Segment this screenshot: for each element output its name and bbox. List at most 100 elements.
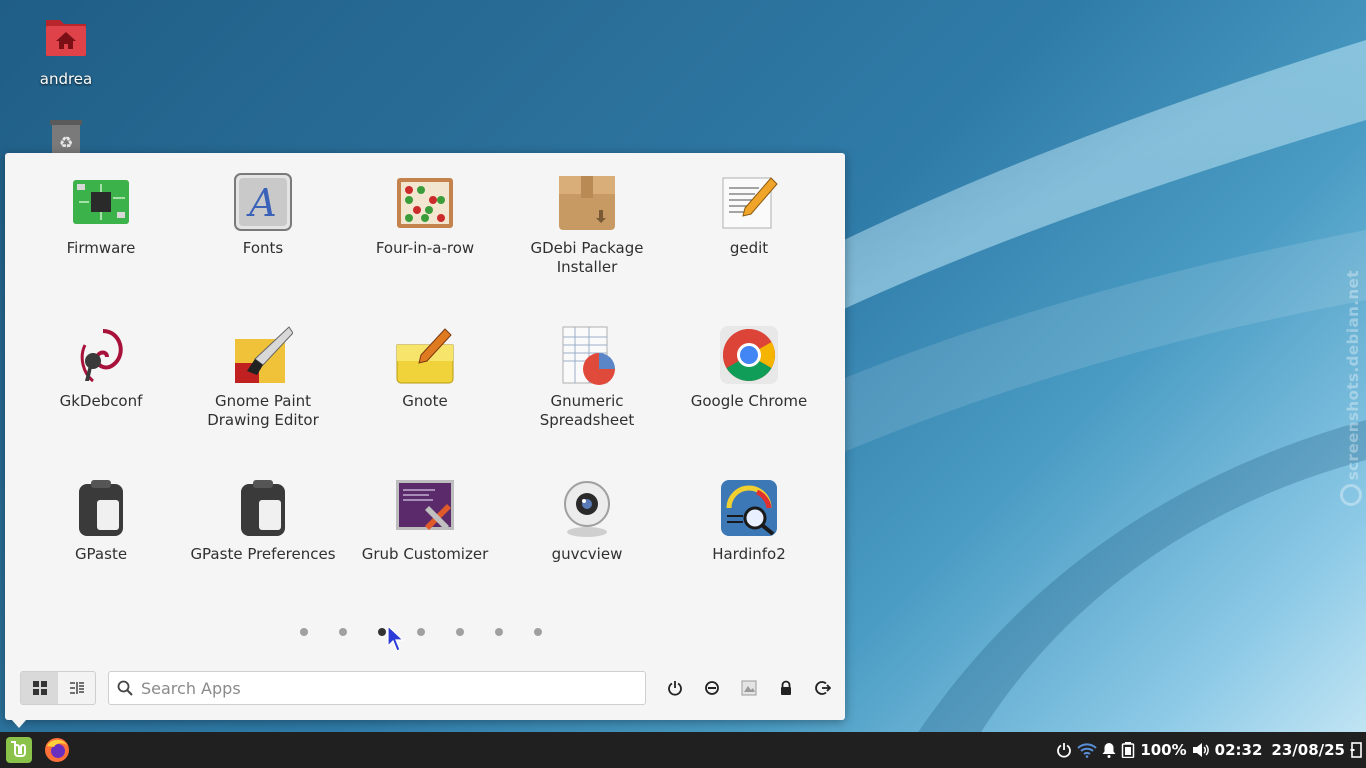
debian-swirl-icon	[70, 324, 132, 386]
fonts-icon: A	[232, 171, 294, 233]
svg-text:A: A	[246, 181, 276, 225]
screensaver-icon	[741, 680, 756, 696]
app-name: Firmware	[66, 239, 136, 257]
power-icon	[667, 681, 682, 696]
desktop-icon-home[interactable]: andrea	[16, 14, 116, 88]
mouse-cursor-icon	[387, 625, 405, 652]
battery-icon	[1122, 742, 1135, 758]
app-name: Hardinfo2	[712, 545, 786, 563]
shutdown-button[interactable]	[656, 671, 693, 705]
battery-percent: 100%	[1140, 741, 1187, 759]
bell-icon	[1102, 743, 1116, 758]
notes-icon	[394, 324, 456, 386]
application-menu: Firmware A Fonts Four-in-a-row GDebi Pac…	[5, 153, 845, 720]
logout-button[interactable]	[804, 671, 841, 705]
app-four-in-a-row[interactable]: Four-in-a-row	[344, 171, 506, 324]
search-field[interactable]	[108, 671, 646, 705]
show-desktop-button[interactable]	[1350, 742, 1362, 758]
app-name: guvcview	[551, 545, 623, 563]
app-name: GkDebconf	[59, 392, 143, 410]
package-installer-icon	[556, 171, 618, 233]
app-grub-customizer[interactable]: Grub Customizer	[344, 477, 506, 630]
logout-icon	[814, 681, 831, 695]
app-name: Gnumeric Spreadsheet	[539, 392, 635, 429]
system-tray: 100% 02:32 23/08/25	[1056, 732, 1366, 768]
clipboard-icon	[232, 477, 294, 539]
page-dot[interactable]	[417, 628, 425, 636]
tray-power[interactable]	[1056, 742, 1072, 758]
menu-bottom-bar	[20, 671, 831, 705]
tray-battery[interactable]	[1121, 742, 1135, 758]
grid-view-icon	[32, 681, 47, 695]
chrome-icon	[718, 324, 780, 386]
menu-button[interactable]	[0, 732, 38, 768]
trash-icon: ♻	[50, 120, 82, 154]
suspend-button[interactable]	[693, 671, 730, 705]
clock-time[interactable]: 02:32	[1215, 741, 1263, 759]
text-editor-icon	[718, 171, 780, 233]
app-name: GPaste Preferences	[190, 545, 336, 563]
app-name: Gnome Paint Drawing Editor	[207, 392, 319, 429]
app-hardinfo2[interactable]: Hardinfo2	[668, 477, 830, 630]
page-dot[interactable]	[339, 628, 347, 636]
screensaver-button[interactable]	[730, 671, 767, 705]
clock-date[interactable]: 23/08/25	[1271, 741, 1345, 759]
grid-view-button[interactable]	[21, 672, 58, 704]
app-fonts[interactable]: A Fonts	[182, 171, 344, 324]
four-in-a-row-icon	[394, 171, 456, 233]
wifi-icon	[1077, 743, 1098, 758]
mint-menu-icon	[6, 737, 32, 763]
app-name: Fonts	[242, 239, 284, 257]
app-gedit[interactable]: gedit	[668, 171, 830, 324]
app-gpaste-preferences[interactable]: GPaste Preferences	[182, 477, 344, 630]
spreadsheet-icon	[556, 324, 618, 386]
app-gnote[interactable]: Gnote	[344, 324, 506, 477]
show-desktop-icon	[1350, 742, 1362, 758]
svg-text:♻: ♻	[59, 133, 73, 152]
page-indicator	[300, 626, 542, 638]
tray-network[interactable]	[1077, 742, 1098, 758]
firefox-icon	[45, 738, 69, 762]
app-gnumeric[interactable]: Gnumeric Spreadsheet	[506, 324, 668, 477]
app-grid: Firmware A Fonts Four-in-a-row GDebi Pac…	[20, 171, 830, 630]
tray-notifications[interactable]	[1102, 742, 1116, 758]
app-gdebi[interactable]: GDebi Package Installer	[506, 171, 668, 324]
paint-icon	[232, 324, 294, 386]
app-name: Grub Customizer	[361, 545, 489, 563]
app-firmware[interactable]: Firmware	[20, 171, 182, 324]
taskbar-launchers	[0, 732, 76, 768]
page-dot[interactable]	[456, 628, 464, 636]
app-gkdebconf[interactable]: GkDebconf	[20, 324, 182, 477]
suspend-icon	[704, 681, 719, 695]
view-toggle	[20, 671, 96, 705]
grub-customizer-icon	[394, 477, 456, 539]
app-name: GDebi Package Installer	[530, 239, 644, 276]
speaker-icon	[1192, 743, 1209, 757]
list-view-icon	[69, 682, 84, 694]
app-guvcview[interactable]: guvcview	[506, 477, 668, 630]
search-input[interactable]	[141, 678, 621, 698]
page-dot[interactable]	[534, 628, 542, 636]
app-name: Four-in-a-row	[375, 239, 475, 257]
page-dot-current[interactable]	[378, 628, 386, 636]
system-info-icon	[718, 477, 780, 539]
webcam-icon	[556, 477, 618, 539]
app-name: Google Chrome	[690, 392, 808, 410]
page-dot[interactable]	[495, 628, 503, 636]
power-icon	[1057, 743, 1072, 758]
watermark-logo	[1340, 484, 1362, 506]
app-gnome-paint[interactable]: Gnome Paint Drawing Editor	[182, 324, 344, 477]
menu-pointer	[11, 719, 27, 728]
home-folder-icon	[46, 20, 86, 56]
app-name: GPaste	[74, 545, 128, 563]
firefox-launcher[interactable]	[38, 732, 76, 768]
firmware-icon	[70, 171, 132, 233]
lock-screen-button[interactable]	[767, 671, 804, 705]
list-view-button[interactable]	[58, 672, 95, 704]
desktop-icon-label: andrea	[39, 70, 93, 88]
tray-volume[interactable]	[1192, 742, 1210, 758]
app-gpaste[interactable]: GPaste	[20, 477, 182, 630]
page-dot[interactable]	[300, 628, 308, 636]
app-google-chrome[interactable]: Google Chrome	[668, 324, 830, 477]
desktop-icon-trash[interactable]: ♻	[16, 118, 116, 158]
